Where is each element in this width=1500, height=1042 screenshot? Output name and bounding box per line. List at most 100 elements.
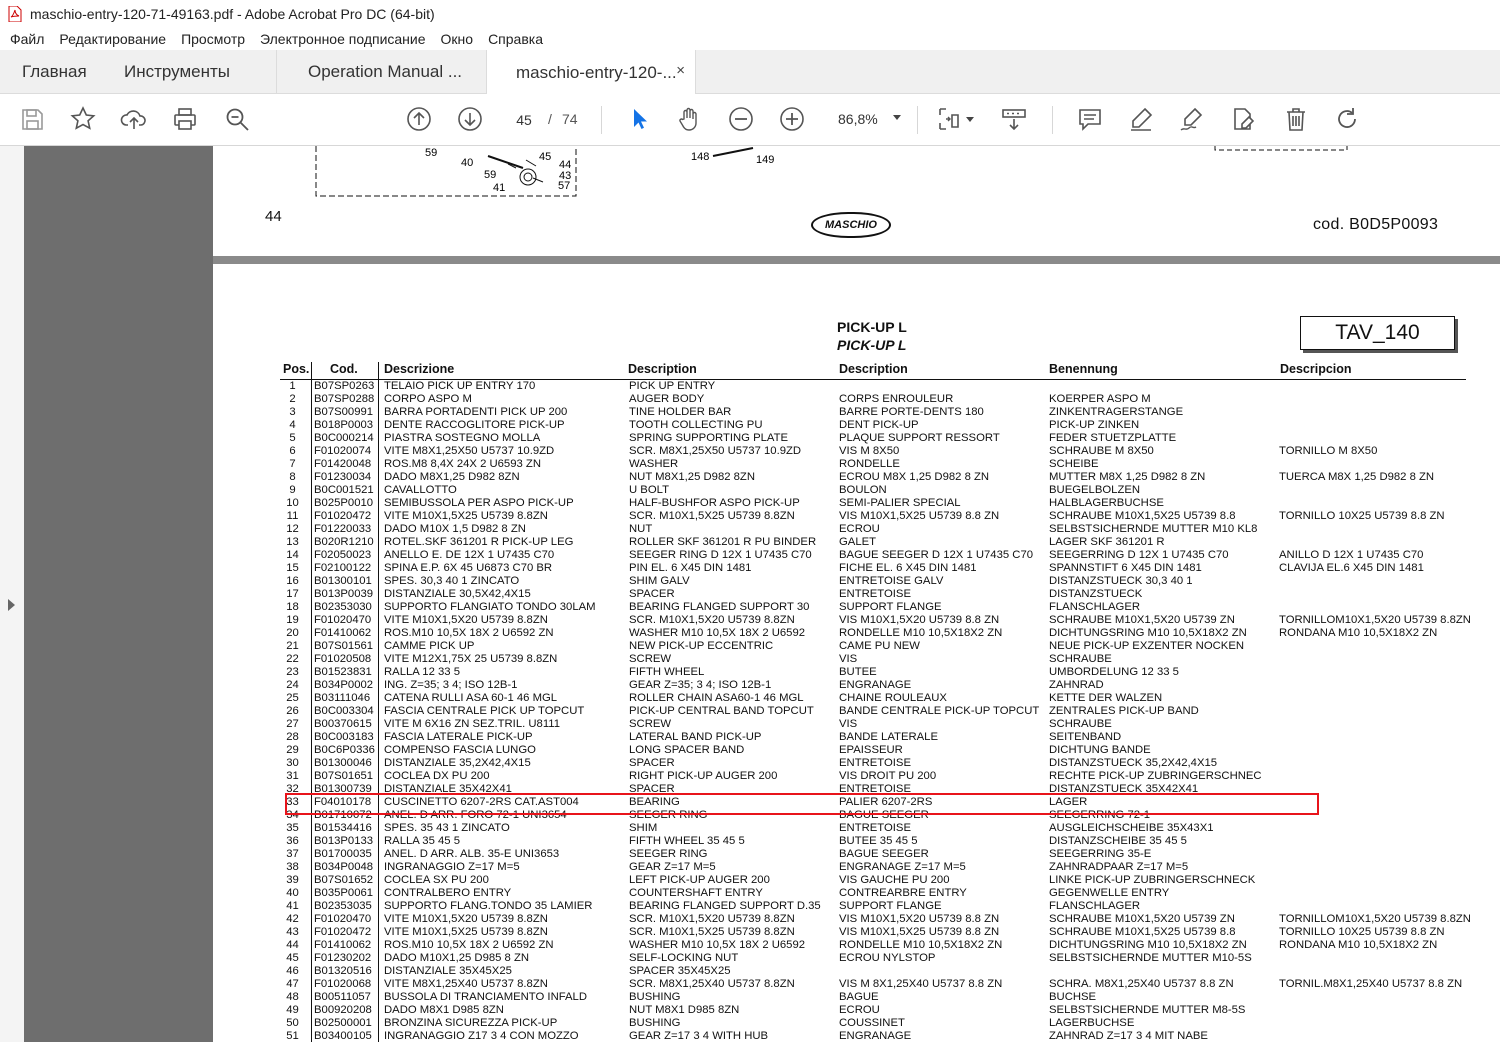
table-row: 26 B0C003304 FASCIA CENTRALE PICK UP TOPCU… bbox=[280, 705, 1466, 718]
previous-page-icon[interactable] bbox=[403, 103, 435, 135]
page-fit-icon[interactable] bbox=[934, 103, 966, 135]
row-descrizione: FASCIA LATERALE PICK-UP bbox=[384, 731, 533, 743]
tab-operation-manual[interactable]: Operation Manual ... bbox=[276, 50, 486, 94]
row-description-fr: EPAISSEUR bbox=[839, 744, 903, 756]
row-description-en: GEAR Z=17 M=5 bbox=[629, 861, 716, 873]
row-pos: 2 bbox=[289, 393, 296, 405]
row-pos: 45 bbox=[286, 952, 299, 964]
row-pos: 36 bbox=[286, 835, 299, 847]
menu-window[interactable]: Окно bbox=[441, 31, 474, 47]
table-row: 50 B02500001 BRONZINA SICUREZZA PICK-UP BUS… bbox=[280, 1017, 1466, 1030]
page-number-input[interactable]: 45 bbox=[506, 107, 542, 133]
table-row: 46 B01320516 DISTANZIALE 35X45X25 SPACER 35… bbox=[280, 965, 1466, 978]
table-row: 4 B018P0003 DENTE RACCOGLITORE PICK-UP TOOT… bbox=[280, 419, 1466, 432]
row-cod: F01220033 bbox=[314, 523, 372, 535]
hand-tool-icon[interactable] bbox=[673, 103, 705, 135]
row-pos: 30 bbox=[286, 757, 299, 769]
menu-bar: Файл Редактирование Просмотр Электронное… bbox=[0, 28, 1500, 50]
row-descrizione: RALLA 35 45 5 bbox=[384, 835, 461, 847]
table-row: 16 B01300101 SPES. 30,3 40 1 ZINCATO SHIM G… bbox=[280, 575, 1466, 588]
tab-home[interactable]: Главная bbox=[22, 50, 87, 94]
zoom-in-icon[interactable] bbox=[776, 103, 808, 135]
edit-pdf-icon[interactable] bbox=[1227, 103, 1259, 135]
next-page-icon[interactable] bbox=[454, 103, 486, 135]
row-cod: B07SP0288 bbox=[314, 393, 375, 405]
row-pos: 4 bbox=[289, 419, 296, 431]
table-row: 27 B00370615 VITE M 6X16 ZN SEZ.TRIL. U811… bbox=[280, 718, 1466, 731]
table-row: 40 B035P0061 CONTRALBERO ENTRY COUNTERSHAFT… bbox=[280, 887, 1466, 900]
zoom-level[interactable]: 86,8% bbox=[838, 111, 878, 127]
table-row: 31 B07S01651 COCLEA DX PU 200 RIGHT PICK-UP… bbox=[280, 770, 1466, 783]
menu-esign[interactable]: Электронное подписание bbox=[260, 31, 426, 47]
find-zoom-icon[interactable] bbox=[221, 103, 253, 135]
row-description-en: NEW PICK-UP ECCENTRIC bbox=[629, 640, 774, 652]
row-descripcion: RONDANA M10 10,5X18X2 ZN bbox=[1279, 939, 1438, 951]
rotate-icon[interactable] bbox=[1331, 103, 1363, 135]
row-description-fr: BAGUE SEEGER D 12X 1 U7435 C70 bbox=[839, 549, 1034, 561]
row-descrizione: CAMME PICK UP bbox=[384, 640, 475, 652]
menu-file[interactable]: Файл bbox=[10, 31, 44, 47]
row-cod: B01300046 bbox=[314, 757, 372, 769]
row-pos: 12 bbox=[286, 523, 299, 535]
pdf-page-44: 59 40 45 44 43 59 41 57 148 149 44 MASCH… bbox=[213, 146, 1500, 256]
scroll-mode-icon[interactable] bbox=[998, 103, 1030, 135]
row-description-fr: ENTRETOISE bbox=[839, 822, 911, 834]
table-row: 44 F01410062 ROS.M10 10,5X 18X 2 U6592 ZN W… bbox=[280, 939, 1466, 952]
row-description-fr: BAGUE bbox=[839, 991, 879, 1003]
table-row: 9 B0C001521 CAVALLOTTO U BOLT BOULON BUEGELBO… bbox=[280, 484, 1466, 497]
row-description-en: HALF-BUSHFOR ASPO PICK-UP bbox=[629, 497, 800, 509]
row-description-en: SCR. M10X1,5X20 U5739 8.8ZN bbox=[629, 913, 795, 925]
row-cod: B0C003183 bbox=[314, 731, 374, 743]
table-row: 35 B01534416 SPES. 35 43 1 ZINCATO SHIM ENTR… bbox=[280, 822, 1466, 835]
row-pos: 27 bbox=[286, 718, 299, 730]
table-row: 20 F01410062 ROS.M10 10,5X 18X 2 U6592 ZN W… bbox=[280, 627, 1466, 640]
expand-panel-arrow-icon[interactable] bbox=[8, 599, 15, 611]
tab-tools[interactable]: Инструменты bbox=[124, 50, 230, 94]
page-number: 44 bbox=[265, 208, 282, 225]
row-benennung: LAGER SKF 361201 R bbox=[1049, 536, 1165, 548]
row-description-en: COUNTERSHAFT ENTRY bbox=[629, 887, 763, 899]
upload-cloud-icon[interactable] bbox=[118, 103, 150, 135]
delete-trash-icon[interactable] bbox=[1280, 103, 1312, 135]
document-viewer[interactable]: 59 40 45 44 43 59 41 57 148 149 44 MASCH… bbox=[0, 146, 1500, 1042]
close-tab-icon[interactable]: × bbox=[676, 62, 685, 79]
page-fit-dropdown-chevron-icon[interactable] bbox=[966, 117, 974, 122]
menu-help[interactable]: Справка bbox=[488, 31, 543, 47]
row-description-en: LEFT PICK-UP AUGER 200 bbox=[629, 874, 770, 886]
zoom-dropdown-chevron-icon[interactable] bbox=[893, 115, 901, 120]
select-cursor-icon[interactable] bbox=[622, 103, 654, 135]
table-row: 10 B025P0010 SEMIBUSSOLA PER ASPO PICK-UP H… bbox=[280, 497, 1466, 510]
maschio-logo: MASCHIO bbox=[811, 212, 891, 238]
row-benennung: FEDER STUETZPLATTE bbox=[1049, 432, 1177, 444]
highlight-pen-icon[interactable] bbox=[1125, 103, 1157, 135]
fill-sign-icon[interactable] bbox=[1176, 103, 1208, 135]
header-description-fr: Description bbox=[839, 362, 908, 376]
row-cod: B07S01652 bbox=[314, 874, 374, 886]
pdf-file-icon bbox=[8, 5, 22, 23]
menu-edit[interactable]: Редактирование bbox=[59, 31, 166, 47]
zoom-out-icon[interactable] bbox=[725, 103, 757, 135]
row-pos: 24 bbox=[286, 679, 299, 691]
row-benennung: SCHRAUBE M10X1,5X25 U5739 8.8 bbox=[1049, 926, 1236, 938]
row-pos: 31 bbox=[286, 770, 299, 782]
row-benennung: SCHEIBE bbox=[1049, 458, 1099, 470]
window-titlebar: maschio-entry-120-71-49163.pdf - Adobe A… bbox=[0, 0, 1500, 28]
comment-icon[interactable] bbox=[1074, 103, 1106, 135]
row-pos: 40 bbox=[286, 887, 299, 899]
save-icon[interactable] bbox=[16, 103, 48, 135]
row-description-fr: PLAQUE SUPPORT RESSORT bbox=[839, 432, 1000, 444]
row-descrizione: ANEL. D ARR. ALB. 35-E UNI3653 bbox=[384, 848, 560, 860]
row-cod: B01700035 bbox=[314, 848, 372, 860]
tab-maschio-entry[interactable]: maschio-entry-120-... × bbox=[486, 50, 696, 95]
row-description-en: ROLLER CHAIN ASA60-1 46 MGL bbox=[629, 692, 804, 704]
table-row: 7 F01420048 ROS.M8 8,4X 24X 2 U6593 ZN WASH… bbox=[280, 458, 1466, 471]
menu-view[interactable]: Просмотр bbox=[181, 31, 245, 47]
exploded-drawing: 59 40 45 44 43 59 41 57 148 149 bbox=[315, 146, 774, 197]
row-cod: F01230034 bbox=[314, 471, 372, 483]
row-description-en: SHIM GALV bbox=[629, 575, 690, 587]
row-description-fr: ECROU bbox=[839, 1004, 880, 1016]
row-description-fr: BOULON bbox=[839, 484, 887, 496]
bookmark-star-icon[interactable] bbox=[67, 103, 99, 135]
row-descrizione: SPES. 30,3 40 1 ZINCATO bbox=[384, 575, 520, 587]
print-icon[interactable] bbox=[169, 103, 201, 135]
